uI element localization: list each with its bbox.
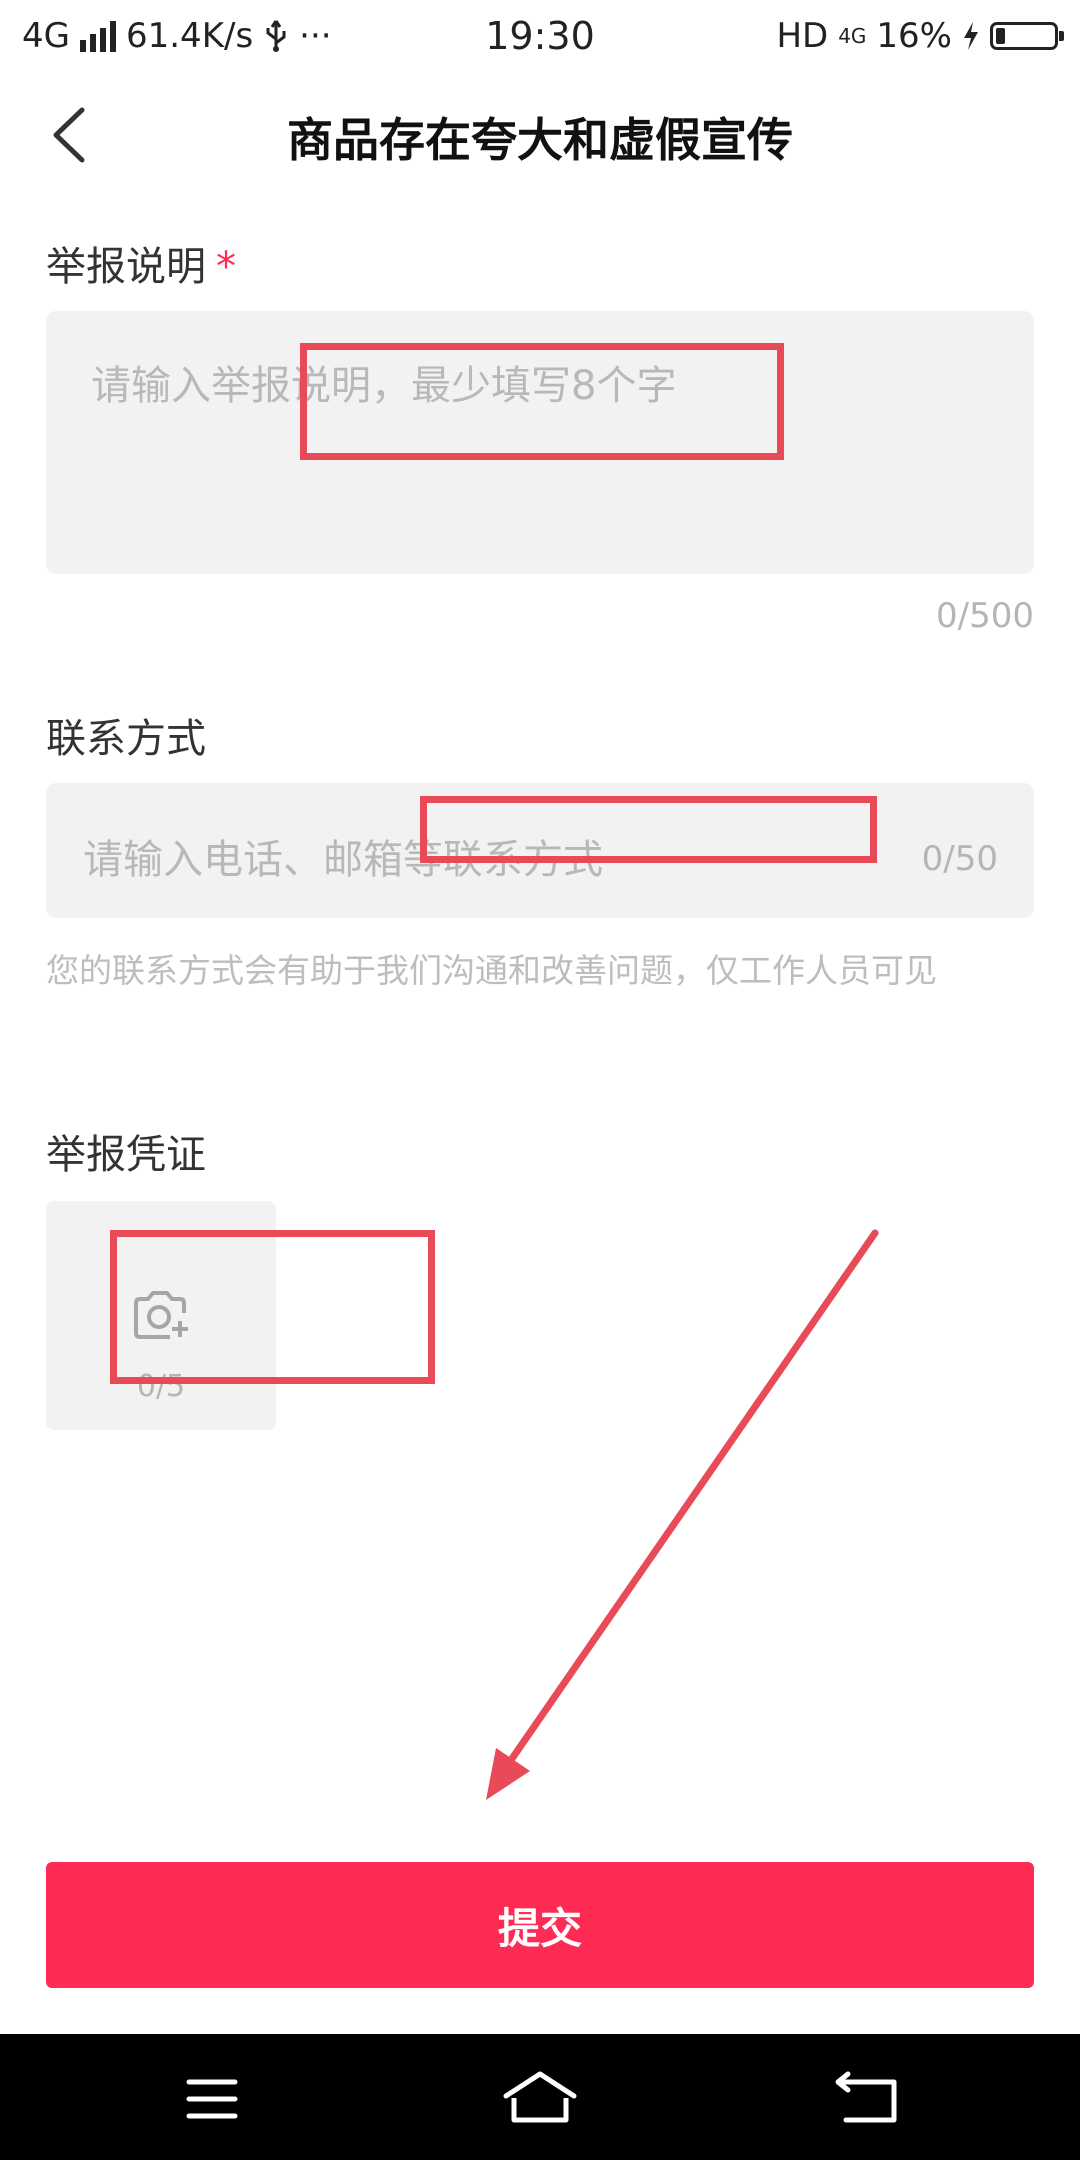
home-icon: [503, 2071, 577, 2123]
back-nav-button[interactable]: [818, 2064, 918, 2134]
return-icon: [835, 2071, 897, 2123]
home-button[interactable]: [490, 2064, 590, 2134]
menu-icon: [186, 2079, 238, 2119]
annotation-arrow: [486, 1229, 879, 1800]
submit-button[interactable]: 提交: [46, 1862, 1034, 1988]
menu-button[interactable]: [162, 2064, 262, 2134]
submit-button-label: 提交: [497, 1903, 582, 1953]
